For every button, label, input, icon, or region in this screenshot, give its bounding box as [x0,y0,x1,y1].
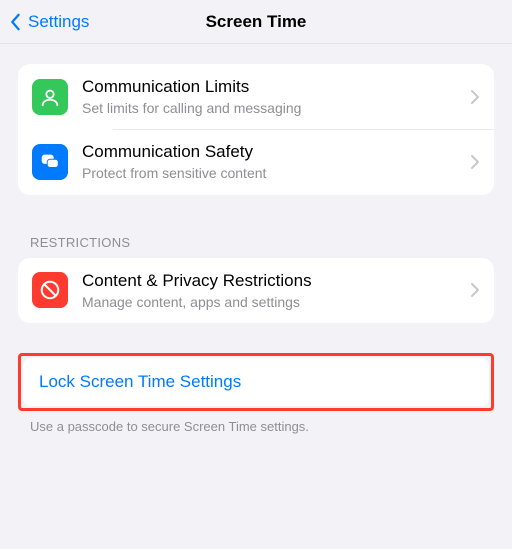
chevron-left-icon [6,13,24,31]
row-subtitle: Protect from sensitive content [82,164,462,182]
contact-icon [32,79,68,115]
row-title: Communication Safety [82,141,462,163]
lock-label: Lock Screen Time Settings [39,372,241,391]
communication-safety-row[interactable]: Communication Safety Protect from sensit… [18,129,494,194]
restrictions-header: RESTRICTIONS [0,235,512,258]
restrictions-group: Content & Privacy Restrictions Manage co… [18,258,494,323]
lock-section: Lock Screen Time Settings Use a passcode… [0,353,512,434]
chevron-right-icon [470,154,480,170]
lock-footer: Use a passcode to secure Screen Time set… [0,411,512,434]
row-text: Content & Privacy Restrictions Manage co… [82,270,462,311]
communication-group: Communication Limits Set limits for call… [18,64,494,195]
communication-section: Communication Limits Set limits for call… [0,64,512,195]
row-subtitle: Set limits for calling and messaging [82,99,462,117]
restrictions-section: RESTRICTIONS Content & Privacy Restricti… [0,235,512,323]
row-text: Communication Safety Protect from sensit… [82,141,462,182]
row-text: Communication Limits Set limits for call… [82,76,462,117]
back-label: Settings [28,12,89,32]
row-title: Communication Limits [82,76,462,98]
row-title: Content & Privacy Restrictions [82,270,462,292]
chevron-right-icon [470,282,480,298]
chat-bubbles-icon [32,144,68,180]
chevron-right-icon [470,89,480,105]
content-privacy-row[interactable]: Content & Privacy Restrictions Manage co… [18,258,494,323]
lock-screen-time-button[interactable]: Lock Screen Time Settings [23,358,489,406]
highlight-annotation: Lock Screen Time Settings [18,353,494,411]
communication-limits-row[interactable]: Communication Limits Set limits for call… [18,64,494,129]
row-subtitle: Manage content, apps and settings [82,293,462,311]
nav-bar: Settings Screen Time [0,0,512,44]
no-entry-icon [32,272,68,308]
back-button[interactable]: Settings [0,12,89,32]
